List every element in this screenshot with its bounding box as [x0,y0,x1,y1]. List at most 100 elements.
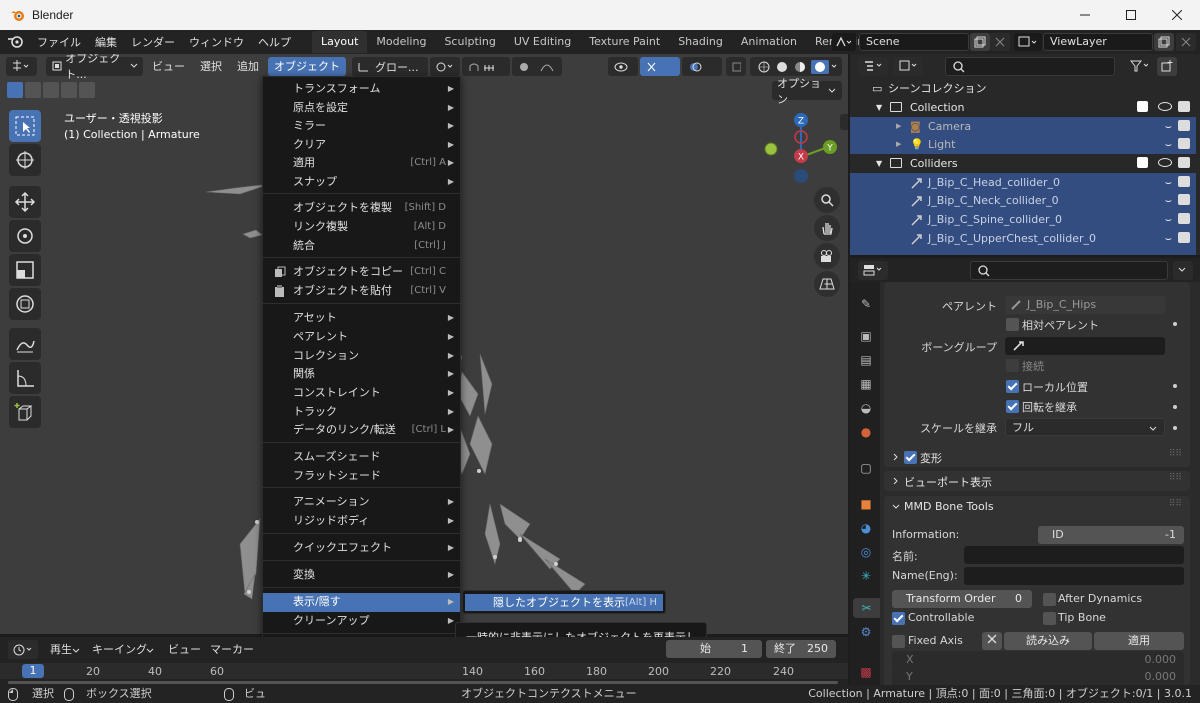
tip-bone-checkbox[interactable] [1043,612,1056,625]
menu-view[interactable]: ビュー [146,57,191,76]
new-view-layer-button[interactable] [1154,33,1174,51]
object-menu-item[interactable]: クリア ▶ [263,136,460,155]
delete-view-layer-button[interactable] [1176,33,1196,51]
eye-closed-icon[interactable]: ⌣ [1165,210,1172,229]
move-tool[interactable] [9,186,41,218]
workspace-tab-layout[interactable]: Layout [312,31,368,53]
outliner-object-row[interactable]: J_Bip_C_Spine_collider_0 ⌣ [850,210,1196,229]
id-field[interactable]: ID -1 [1038,526,1184,544]
options-dropdown[interactable]: オプション [772,77,842,106]
transform-checkbox[interactable] [904,451,917,464]
object-menu-item[interactable]: コレクション ▶ [263,347,460,366]
timeline-editor-type-button[interactable] [8,640,38,659]
outliner-scene-collection[interactable]: ▭ シーンコレクション [850,79,1196,98]
object-menu-item[interactable]: リジッドボディ ▶ [263,512,460,531]
scene-selector-button[interactable] [832,33,856,51]
select-box-tool[interactable] [9,110,41,142]
bone-constraint-tab-icon[interactable]: ⚙ [855,622,877,642]
camera-view-button[interactable] [814,243,840,269]
object-menu-item[interactable]: オブジェクトを複製 [Shift] D [263,199,460,218]
rotate-tool[interactable] [9,220,41,252]
eye-closed-icon[interactable]: ⌣ [1165,117,1172,136]
object-menu-item[interactable]: リンク複製 [Alt] D [263,218,460,237]
render-camera-icon[interactable] [1178,120,1190,131]
object-menu-item[interactable]: ペアレント ▶ [263,328,460,347]
render-camera-icon[interactable] [1178,232,1190,243]
select-subtract-icon[interactable] [43,82,59,98]
object-menu-item[interactable]: トラック ▶ [263,403,460,422]
menu-render[interactable]: レンダー [124,34,182,50]
start-frame-field[interactable]: 始 1 [666,640,762,658]
transform-order-field[interactable]: Transform Order 0 [892,590,1032,608]
pan-button[interactable] [814,215,840,241]
axis-y-field[interactable]: Y 0.000 [892,668,1184,686]
object-menu-item[interactable]: 表示/隠す ▶ [263,593,460,612]
animate-dot-icon[interactable] [1173,426,1177,430]
blender-menu-icon[interactable] [0,30,30,54]
exclude-checkbox[interactable] [1137,157,1148,168]
render-camera-icon[interactable] [1178,138,1190,149]
object-menu-item[interactable]: トランスフォーム ▶ [263,80,460,99]
connect-checkbox[interactable] [1006,359,1019,372]
workspace-tab-uv-editing[interactable]: UV Editing [505,31,580,53]
measure-tool[interactable] [9,362,41,394]
render-camera-icon[interactable] [1178,101,1190,112]
object-menu-item[interactable]: オブジェクトを貼付 [Ctrl] V [263,282,460,301]
object-menu-item[interactable]: アセット ▶ [263,309,460,328]
current-frame-indicator[interactable]: 1 [22,664,44,678]
transform-tool[interactable] [9,288,41,320]
outliner-editor-type-button[interactable] [858,56,888,76]
maximize-button[interactable] [1108,0,1154,30]
modifier-tab-icon[interactable]: ◕ [855,518,877,538]
object-menu-item[interactable]: スナップ ▶ [263,173,460,192]
object-menu-item[interactable]: オブジェクトをコピー [Ctrl] C [263,263,460,282]
collection-tab-icon[interactable]: ▢ [855,458,877,478]
outliner-object-row[interactable]: J_Bip_C_UpperChest_collider_0 ⌣ [850,229,1196,248]
select-extend-icon[interactable] [25,82,41,98]
outliner-object-row[interactable]: ▶ 💡 Light ⌣ [850,135,1196,154]
editor-type-button[interactable] [6,56,37,76]
render-camera-icon[interactable] [1178,176,1190,187]
navigation-gizmo[interactable]: Z Y X [760,109,844,189]
menu-select[interactable]: 選択 [194,57,228,76]
render-camera-icon[interactable] [1178,194,1190,205]
outliner-collection-row[interactable]: ▼ Colliders [850,154,1196,173]
timeline-menu-keying[interactable]: キーイング [86,640,153,659]
select-new-icon[interactable] [7,82,23,98]
close-button[interactable] [1154,0,1200,30]
select-invert-icon[interactable] [61,82,77,98]
clear-axis-button[interactable] [982,632,1002,650]
timeline-menu-marker[interactable]: マーカー [204,640,260,659]
timeline-menu-view[interactable]: ビュー [162,640,207,659]
mode-select[interactable]: オブジェクト... [46,54,143,81]
expand-arrow-icon[interactable]: ▶ [896,117,901,136]
transform-panel-header[interactable]: 変形 ⠿⠿ [884,447,1190,467]
shading-modes[interactable] [750,57,842,76]
object-menu-item[interactable]: コンストレイント ▶ [263,384,460,403]
texture-tab-icon[interactable]: ▩ [855,662,877,682]
cursor-tool[interactable] [9,144,41,176]
end-frame-field[interactable]: 終了 250 [766,640,836,658]
parent-field[interactable]: J_Bip_C_Hips [1005,296,1165,314]
object-tab-icon[interactable]: ■ [855,494,877,514]
show-hidden-objects-item[interactable]: 隠したオブジェクトを表示 [Alt] H [465,594,663,611]
eye-icon[interactable] [1158,102,1172,111]
menu-window[interactable]: ウィンドウ [182,34,251,50]
relative-parent-checkbox[interactable] [1006,318,1019,331]
drag-handle-icon[interactable]: ⠿⠿ [1169,449,1182,459]
workspace-tab-modeling[interactable]: Modeling [367,31,435,53]
axis-x-field[interactable]: X 0.000 [892,651,1184,669]
expand-arrow-icon[interactable]: ▼ [876,98,882,117]
outliner-object-row[interactable]: J_Bip_C_Neck_collider_0 ⌣ [850,191,1196,210]
local-location-checkbox[interactable] [1006,380,1019,393]
delete-scene-button[interactable] [990,33,1010,51]
render-camera-icon[interactable] [1178,157,1190,168]
object-menu-item[interactable]: フラットシェード [263,467,460,486]
object-menu-item[interactable]: 統合 [Ctrl] J [263,237,460,256]
properties-options-button[interactable] [1173,260,1193,280]
animate-dot-icon[interactable] [1173,405,1177,409]
menu-file[interactable]: ファイル [30,34,88,50]
drag-handle-icon[interactable]: ⠿⠿ [1169,473,1182,483]
inherit-rotation-checkbox[interactable] [1006,400,1019,413]
view-layer-selector-button[interactable] [1014,33,1042,51]
